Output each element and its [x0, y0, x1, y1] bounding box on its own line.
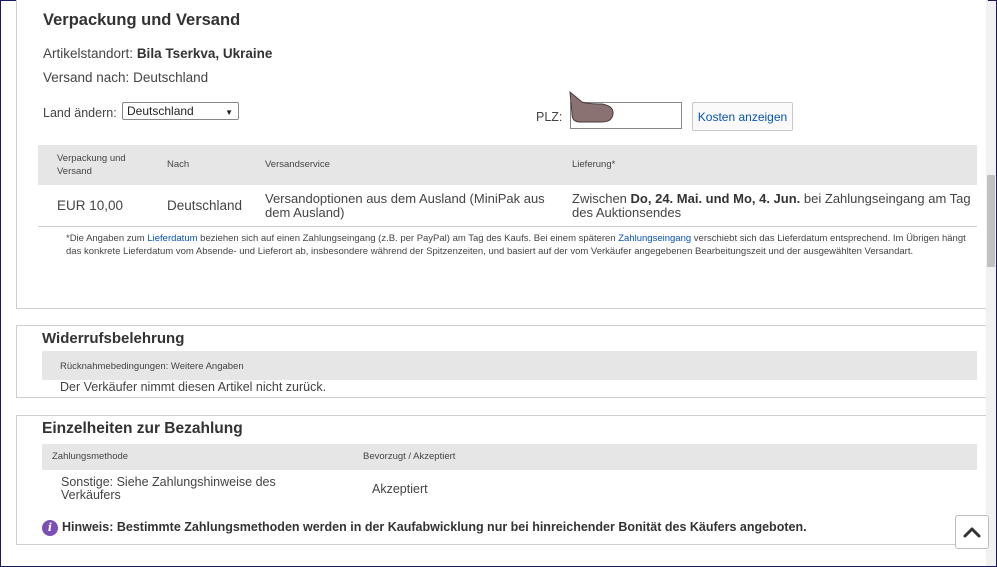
row-delivery: Zwischen Do, 24. Mai. und Mo, 4. Jun. be…	[572, 192, 972, 220]
delivery-dates: Do, 24. Mai. und Mo, 4. Jun.	[630, 191, 801, 206]
item-location: Artikelstandort: Bila Tserkva, Ukraine	[43, 46, 272, 61]
ship-to-text: Versand nach: Deutschland	[43, 70, 209, 85]
payment-status: Akzeptiert	[372, 482, 428, 496]
footnote-part1: *Die Angaben zum	[66, 233, 145, 244]
returns-text: Der Verkäufer nimmt diesen Artikel nicht…	[60, 380, 327, 394]
item-location-label: Artikelstandort:	[43, 46, 134, 61]
country-select[interactable]: Deutschland ▼	[122, 102, 239, 120]
row-to: Deutschland	[167, 198, 243, 213]
calc-shipping-button[interactable]: Kosten anzeigen	[692, 102, 793, 131]
delivery-date-link[interactable]: Lieferdatum	[147, 233, 197, 244]
footnote-part2: beziehen sich auf einen Zahlungseingang …	[200, 233, 616, 244]
delivery-footnote: *Die Angaben zum Lieferdatum beziehen si…	[66, 233, 971, 258]
back-to-top-button[interactable]	[955, 515, 989, 549]
info-icon: i	[42, 520, 58, 536]
payment-note: Hinweis: Bestimmte Zahlungsmethoden werd…	[62, 520, 807, 534]
col-service: Versandservice	[265, 159, 330, 170]
payment-table-header	[42, 444, 977, 470]
pointer-cursor-icon	[569, 90, 614, 123]
dropdown-arrow-icon: ▼	[225, 108, 233, 117]
returns-title: Widerrufsbelehrung	[42, 330, 185, 347]
row-divider	[38, 226, 977, 227]
row-cost: EUR 10,00	[57, 198, 124, 213]
delivery-prefix: Zwischen	[572, 191, 627, 206]
scrollbar-thumb[interactable]	[987, 175, 995, 267]
vertical-scrollbar[interactable]	[986, 1, 996, 566]
change-country-label: Land ändern:	[43, 106, 117, 120]
payment-method: Sonstige: Siehe Zahlungshinweise des Ver…	[61, 475, 276, 502]
payment-title: Einzelheiten zur Bezahlung	[42, 420, 243, 437]
row-service: Versandoptionen aus dem Ausland (MiniPak…	[265, 191, 545, 220]
col-payment-method: Zahlungsmethode	[52, 451, 129, 462]
plz-label: PLZ:	[536, 110, 563, 124]
col-delivery: Lieferung*	[572, 159, 616, 170]
payment-receipt-link[interactable]: Zahlungseingang	[618, 233, 691, 244]
country-select-value: Deutschland	[127, 104, 194, 118]
shipping-title: Verpackung und Versand	[43, 11, 241, 29]
col-packaging: Verpackung und Versand	[57, 153, 126, 177]
col-payment-status: Bevorzugt / Akzeptiert	[363, 451, 456, 462]
item-location-value: Bila Tserkva, Ukraine	[136, 46, 273, 61]
col-to: Nach	[167, 159, 190, 170]
returns-header-text: Rücknahmebedingungen: Weitere Angaben	[60, 361, 244, 372]
chevron-up-icon	[963, 527, 981, 538]
